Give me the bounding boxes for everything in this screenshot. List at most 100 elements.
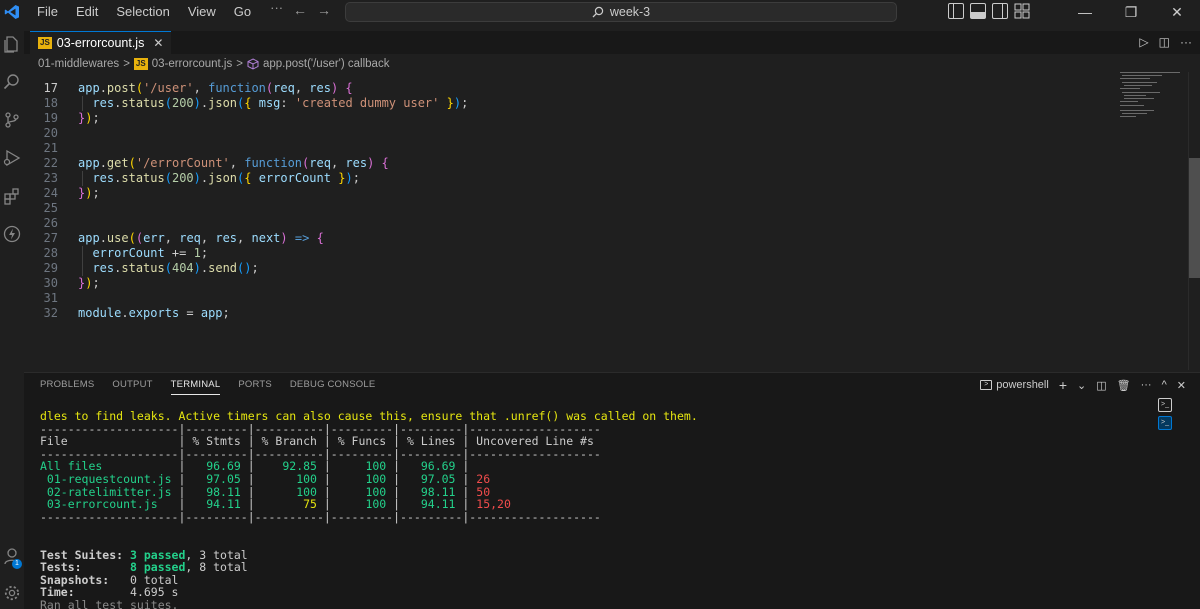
toggle-secondary-sidebar-icon[interactable] <box>992 3 1008 19</box>
split-terminal-icon[interactable]: ◫ <box>1096 379 1106 392</box>
code-line[interactable]: 18 res.status(200).json({ msg: 'created … <box>24 96 1187 111</box>
code-line[interactable]: 20 <box>24 126 1187 141</box>
indent-guide <box>82 171 83 186</box>
line-number: 25 <box>43 201 58 215</box>
close-window-icon[interactable]: ✕ <box>1154 0 1200 24</box>
line-number: 20 <box>43 126 58 140</box>
code-line[interactable]: 31 <box>24 291 1187 306</box>
activity-bar: 1 <box>0 24 24 609</box>
minimap-line <box>1124 95 1146 96</box>
code-line[interactable]: 21 <box>24 141 1187 156</box>
minimap-line <box>1124 85 1152 86</box>
indent-guide <box>82 96 83 111</box>
javascript-file-icon: JS <box>133 58 148 70</box>
menu-file[interactable]: File <box>28 0 67 24</box>
menu-selection[interactable]: Selection <box>107 0 178 24</box>
code-line[interactable]: 24}); <box>24 186 1187 201</box>
menu-more-button[interactable]: ··· <box>260 0 293 24</box>
code-line[interactable]: 30}); <box>24 276 1187 291</box>
code-line[interactable]: 22 app.get('/errorCount', function(req, r… <box>24 156 1187 171</box>
code-text: res.status(404).send(); <box>92 261 259 275</box>
back-arrow-icon[interactable]: ← <box>290 2 310 18</box>
terminal-instance-icon[interactable]: >_ <box>1158 416 1172 430</box>
panel-actions: > powershell + ⌄ ◫ 🗑 ··· ^ ✕ <box>980 377 1186 393</box>
forward-arrow-icon[interactable]: → <box>314 2 334 18</box>
split-editor-icon[interactable]: ◫ <box>1159 35 1170 49</box>
toggle-panel-icon[interactable] <box>970 3 986 19</box>
layout-controls <box>948 3 1030 19</box>
panel-tabs: PROBLEMS OUTPUT TERMINAL PORTS DEBUG CONSOLE <box>40 379 375 395</box>
thunder-client-icon[interactable] <box>0 222 24 246</box>
code-line[interactable]: 27 app.use((err, req, res, next) => { <box>24 231 1187 246</box>
new-terminal-button[interactable]: + <box>1059 377 1067 393</box>
minimap-line <box>1120 116 1136 117</box>
code-line[interactable]: 25 <box>24 201 1187 216</box>
panel-tab-output[interactable]: OUTPUT <box>112 379 152 395</box>
editor-scrollbar-thumb[interactable] <box>1189 158 1200 278</box>
breadcrumb-folder[interactable]: 01-middlewares <box>38 58 119 70</box>
code-line[interactable]: 19}); <box>24 111 1187 126</box>
code-editor[interactable]: 17 app.post('/user', function(req, res) {… <box>24 72 1187 370</box>
close-panel-icon[interactable]: ✕ <box>1177 379 1186 392</box>
code-line[interactable]: 32 module.exports = app; <box>24 306 1187 321</box>
terminal-line: Tests: 8 passed, 8 total <box>40 560 248 575</box>
code-text: }); <box>78 186 100 200</box>
terminal-output[interactable]: dles to find leaks. Active timers can al… <box>40 410 1150 609</box>
command-center-label: week-3 <box>609 5 651 19</box>
line-number: 27 <box>43 231 58 245</box>
code-line[interactable]: 29 res.status(404).send(); <box>24 261 1187 276</box>
maximize-panel-icon[interactable]: ^ <box>1162 379 1167 391</box>
run-file-icon[interactable]: ▷ <box>1139 35 1148 49</box>
search-icon[interactable] <box>0 70 24 94</box>
source-control-icon[interactable] <box>0 108 24 132</box>
restore-icon[interactable]: ❐ <box>1108 0 1154 24</box>
minimap[interactable] <box>1118 72 1188 132</box>
command-center[interactable]: week-3 <box>345 2 897 22</box>
breadcrumb-file[interactable]: 03-errorcount.js <box>152 58 233 70</box>
breadcrumb-symbol[interactable]: app.post('/user') callback <box>263 58 389 70</box>
breadcrumb-separator: > <box>236 58 243 70</box>
terminal-instance-icon[interactable]: >_ <box>1158 398 1172 412</box>
menu-edit[interactable]: Edit <box>67 0 107 24</box>
menu-go[interactable]: Go <box>225 0 260 24</box>
panel-tab-terminal[interactable]: TERMINAL <box>170 379 221 395</box>
code-text: }); <box>78 111 100 125</box>
toggle-primary-sidebar-icon[interactable] <box>948 3 964 19</box>
panel-tab-ports[interactable]: PORTS <box>238 379 272 395</box>
customize-layout-icon[interactable] <box>1014 3 1030 19</box>
close-tab-icon[interactable]: ✕ <box>153 36 163 50</box>
run-debug-icon[interactable] <box>0 146 24 170</box>
settings-gear-icon[interactable] <box>0 581 24 605</box>
breadcrumb-separator: > <box>123 58 130 70</box>
more-actions-icon[interactable]: ··· <box>1180 35 1192 49</box>
code-line[interactable]: 26 <box>24 216 1187 231</box>
extensions-icon[interactable] <box>0 184 24 208</box>
minimap-line <box>1120 72 1180 73</box>
panel-tab-problems[interactable]: PROBLEMS <box>40 379 94 395</box>
code-text: errorCount += 1; <box>92 246 209 260</box>
code-line[interactable]: 17 app.post('/user', function(req, res) { <box>24 81 1187 96</box>
code-line[interactable]: 23 res.status(200).json({ errorCount }); <box>24 171 1187 186</box>
code-text: app.use((err, req, res, next) => { <box>78 231 324 245</box>
code-line[interactable]: 28 errorCount += 1; <box>24 246 1187 261</box>
tab-label: 03-errorcount.js <box>56 36 145 50</box>
minimap-line <box>1120 88 1140 89</box>
menu-view[interactable]: View <box>179 0 225 24</box>
panel-tab-debug-console[interactable]: DEBUG CONSOLE <box>290 379 375 395</box>
minimize-icon[interactable]: — <box>1062 0 1108 24</box>
indent-guide <box>82 246 83 276</box>
explorer-icon[interactable] <box>0 32 24 56</box>
kill-terminal-icon[interactable]: 🗑 <box>1117 379 1131 392</box>
javascript-file-icon: JS <box>38 37 52 49</box>
terminal-selector[interactable]: > powershell <box>980 379 1049 391</box>
minimap-line <box>1120 101 1138 102</box>
minimap-line <box>1120 110 1154 111</box>
tab-03-errorcount[interactable]: JS 03-errorcount.js ✕ <box>30 31 172 54</box>
terminal-dropdown-icon[interactable]: ⌄ <box>1077 379 1086 392</box>
terminal-line: Ran all test suites. <box>40 597 179 609</box>
title-bar: File Edit Selection View Go ··· ← → week… <box>0 0 1200 24</box>
line-number: 22 <box>43 156 58 170</box>
minimap-line <box>1124 98 1154 99</box>
panel-more-icon[interactable]: ··· <box>1141 379 1152 391</box>
line-number: 31 <box>43 291 58 305</box>
